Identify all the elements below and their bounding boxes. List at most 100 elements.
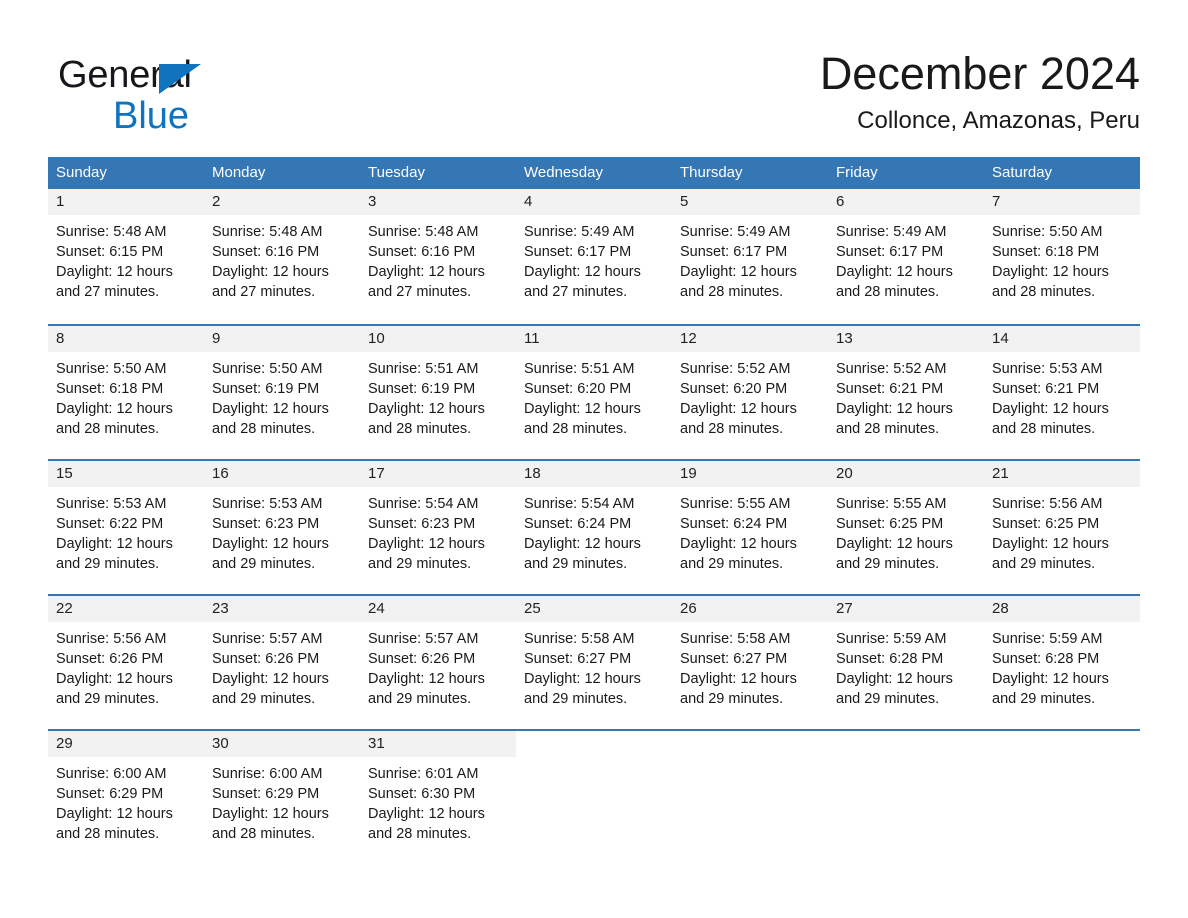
daylight-text-line2: and 28 minutes. <box>992 421 1096 437</box>
calendar-day-cell-1[interactable]: 1 Sunrise: 5:48 AM Sunset: 6:15 PM Dayli… <box>48 189 204 324</box>
calendar-day-cell-15[interactable]: 15 Sunrise: 5:53 AM Sunset: 6:22 PM Dayl… <box>48 461 204 594</box>
calendar-day-cell-10[interactable]: 10 Sunrise: 5:51 AM Sunset: 6:19 PM Dayl… <box>360 326 516 459</box>
day-number: 20 <box>836 465 853 482</box>
daylight-text-line1: Daylight: 12 hours <box>56 536 173 552</box>
day-number-band: 4 <box>516 189 672 215</box>
day-number: 1 <box>56 193 65 210</box>
day-number-band: 7 <box>984 189 1140 215</box>
calendar-day-cell-6[interactable]: 6 Sunrise: 5:49 AM Sunset: 6:17 PM Dayli… <box>828 189 984 324</box>
daylight-text-line1: Daylight: 12 hours <box>680 264 797 280</box>
day-details: Sunrise: 5:57 AM Sunset: 6:26 PM Dayligh… <box>360 622 516 709</box>
sunset-text: Sunset: 6:28 PM <box>836 651 944 667</box>
day-number-band <box>672 731 828 757</box>
calendar-page: General Blue December 2024 Collonce, Ama… <box>0 0 1188 918</box>
sunset-text: Sunset: 6:23 PM <box>212 516 320 532</box>
calendar-day-cell-11[interactable]: 11 Sunrise: 5:51 AM Sunset: 6:20 PM Dayl… <box>516 326 672 459</box>
calendar-week-row-3: 15 Sunrise: 5:53 AM Sunset: 6:22 PM Dayl… <box>48 459 1140 594</box>
daylight-text-line2: and 29 minutes. <box>524 691 628 707</box>
calendar-day-cell-14[interactable]: 14 Sunrise: 5:53 AM Sunset: 6:21 PM Dayl… <box>984 326 1140 459</box>
calendar-day-cell-18[interactable]: 18 Sunrise: 5:54 AM Sunset: 6:24 PM Dayl… <box>516 461 672 594</box>
sunset-text: Sunset: 6:26 PM <box>368 651 476 667</box>
day-number: 21 <box>992 465 1009 482</box>
calendar-day-cell-19[interactable]: 19 Sunrise: 5:55 AM Sunset: 6:24 PM Dayl… <box>672 461 828 594</box>
sunrise-text: Sunrise: 5:58 AM <box>680 631 791 647</box>
calendar-day-cell-16[interactable]: 16 Sunrise: 5:53 AM Sunset: 6:23 PM Dayl… <box>204 461 360 594</box>
calendar-grid: Sunday Monday Tuesday Wednesday Thursday… <box>48 157 1140 864</box>
daylight-text-line2: and 28 minutes. <box>836 421 940 437</box>
day-details: Sunrise: 5:49 AM Sunset: 6:17 PM Dayligh… <box>672 215 828 302</box>
calendar-day-cell-20[interactable]: 20 Sunrise: 5:55 AM Sunset: 6:25 PM Dayl… <box>828 461 984 594</box>
day-number-band: 27 <box>828 596 984 622</box>
day-number-band: 28 <box>984 596 1140 622</box>
sunrise-text: Sunrise: 5:52 AM <box>836 361 947 377</box>
sunrise-text: Sunrise: 6:00 AM <box>56 766 167 782</box>
day-details: Sunrise: 5:51 AM Sunset: 6:19 PM Dayligh… <box>360 352 516 439</box>
calendar-day-cell-7[interactable]: 7 Sunrise: 5:50 AM Sunset: 6:18 PM Dayli… <box>984 189 1140 324</box>
generalblue-logo[interactable]: General Blue <box>58 55 318 136</box>
day-number: 31 <box>368 735 385 752</box>
daylight-text-line2: and 28 minutes. <box>836 284 940 300</box>
calendar-day-cell-29[interactable]: 29 Sunrise: 6:00 AM Sunset: 6:29 PM Dayl… <box>48 731 204 864</box>
calendar-day-cell-8[interactable]: 8 Sunrise: 5:50 AM Sunset: 6:18 PM Dayli… <box>48 326 204 459</box>
day-details: Sunrise: 5:58 AM Sunset: 6:27 PM Dayligh… <box>672 622 828 709</box>
daylight-text-line2: and 28 minutes. <box>368 421 472 437</box>
daylight-text-line2: and 28 minutes. <box>524 421 628 437</box>
calendar-day-cell-3[interactable]: 3 Sunrise: 5:48 AM Sunset: 6:16 PM Dayli… <box>360 189 516 324</box>
day-number-band: 16 <box>204 461 360 487</box>
calendar-day-cell-22[interactable]: 22 Sunrise: 5:56 AM Sunset: 6:26 PM Dayl… <box>48 596 204 729</box>
day-details: Sunrise: 5:48 AM Sunset: 6:16 PM Dayligh… <box>360 215 516 302</box>
sunset-text: Sunset: 6:25 PM <box>836 516 944 532</box>
sunset-text: Sunset: 6:26 PM <box>56 651 164 667</box>
sunset-text: Sunset: 6:28 PM <box>992 651 1100 667</box>
sunrise-text: Sunrise: 5:56 AM <box>992 496 1103 512</box>
calendar-day-cell-26[interactable]: 26 Sunrise: 5:58 AM Sunset: 6:27 PM Dayl… <box>672 596 828 729</box>
calendar-day-cell-empty <box>516 731 672 864</box>
day-number-band: 18 <box>516 461 672 487</box>
sunrise-text: Sunrise: 5:51 AM <box>368 361 479 377</box>
day-number-band: 17 <box>360 461 516 487</box>
daylight-text-line1: Daylight: 12 hours <box>56 401 173 417</box>
calendar-day-cell-21[interactable]: 21 Sunrise: 5:56 AM Sunset: 6:25 PM Dayl… <box>984 461 1140 594</box>
day-number: 5 <box>680 193 689 210</box>
day-details: Sunrise: 6:00 AM Sunset: 6:29 PM Dayligh… <box>48 757 204 844</box>
day-number-band: 21 <box>984 461 1140 487</box>
daylight-text-line1: Daylight: 12 hours <box>992 536 1109 552</box>
sunrise-text: Sunrise: 5:53 AM <box>992 361 1103 377</box>
calendar-day-cell-4[interactable]: 4 Sunrise: 5:49 AM Sunset: 6:17 PM Dayli… <box>516 189 672 324</box>
calendar-day-cell-31[interactable]: 31 Sunrise: 6:01 AM Sunset: 6:30 PM Dayl… <box>360 731 516 864</box>
calendar-day-cell-24[interactable]: 24 Sunrise: 5:57 AM Sunset: 6:26 PM Dayl… <box>360 596 516 729</box>
day-details: Sunrise: 5:52 AM Sunset: 6:20 PM Dayligh… <box>672 352 828 439</box>
page-header: General Blue December 2024 Collonce, Ama… <box>48 48 1140 144</box>
calendar-day-cell-27[interactable]: 27 Sunrise: 5:59 AM Sunset: 6:28 PM Dayl… <box>828 596 984 729</box>
daylight-text-line2: and 29 minutes. <box>836 556 940 572</box>
calendar-day-cell-5[interactable]: 5 Sunrise: 5:49 AM Sunset: 6:17 PM Dayli… <box>672 189 828 324</box>
sunrise-text: Sunrise: 5:48 AM <box>212 224 323 240</box>
day-number-band: 25 <box>516 596 672 622</box>
daylight-text-line2: and 29 minutes. <box>992 691 1096 707</box>
weekday-header-saturday: Saturday <box>992 164 1053 181</box>
calendar-day-cell-25[interactable]: 25 Sunrise: 5:58 AM Sunset: 6:27 PM Dayl… <box>516 596 672 729</box>
sunrise-text: Sunrise: 5:59 AM <box>836 631 947 647</box>
day-number-band: 5 <box>672 189 828 215</box>
daylight-text-line2: and 27 minutes. <box>56 284 160 300</box>
day-number-band: 19 <box>672 461 828 487</box>
calendar-day-cell-13[interactable]: 13 Sunrise: 5:52 AM Sunset: 6:21 PM Dayl… <box>828 326 984 459</box>
calendar-day-cell-empty <box>672 731 828 864</box>
calendar-day-cell-17[interactable]: 17 Sunrise: 5:54 AM Sunset: 6:23 PM Dayl… <box>360 461 516 594</box>
calendar-day-cell-23[interactable]: 23 Sunrise: 5:57 AM Sunset: 6:26 PM Dayl… <box>204 596 360 729</box>
day-number-band: 22 <box>48 596 204 622</box>
day-number-band: 14 <box>984 326 1140 352</box>
day-details: Sunrise: 5:50 AM Sunset: 6:18 PM Dayligh… <box>48 352 204 439</box>
sunset-text: Sunset: 6:18 PM <box>56 381 164 397</box>
calendar-day-cell-12[interactable]: 12 Sunrise: 5:52 AM Sunset: 6:20 PM Dayl… <box>672 326 828 459</box>
calendar-day-cell-28[interactable]: 28 Sunrise: 5:59 AM Sunset: 6:28 PM Dayl… <box>984 596 1140 729</box>
calendar-day-cell-2[interactable]: 2 Sunrise: 5:48 AM Sunset: 6:16 PM Dayli… <box>204 189 360 324</box>
sunrise-text: Sunrise: 5:55 AM <box>836 496 947 512</box>
calendar-day-cell-30[interactable]: 30 Sunrise: 6:00 AM Sunset: 6:29 PM Dayl… <box>204 731 360 864</box>
daylight-text-line1: Daylight: 12 hours <box>836 536 953 552</box>
weekday-header-thursday: Thursday <box>680 164 743 181</box>
calendar-day-cell-9[interactable]: 9 Sunrise: 5:50 AM Sunset: 6:19 PM Dayli… <box>204 326 360 459</box>
day-details: Sunrise: 5:50 AM Sunset: 6:18 PM Dayligh… <box>984 215 1140 302</box>
day-number-band: 8 <box>48 326 204 352</box>
day-number-band: 24 <box>360 596 516 622</box>
